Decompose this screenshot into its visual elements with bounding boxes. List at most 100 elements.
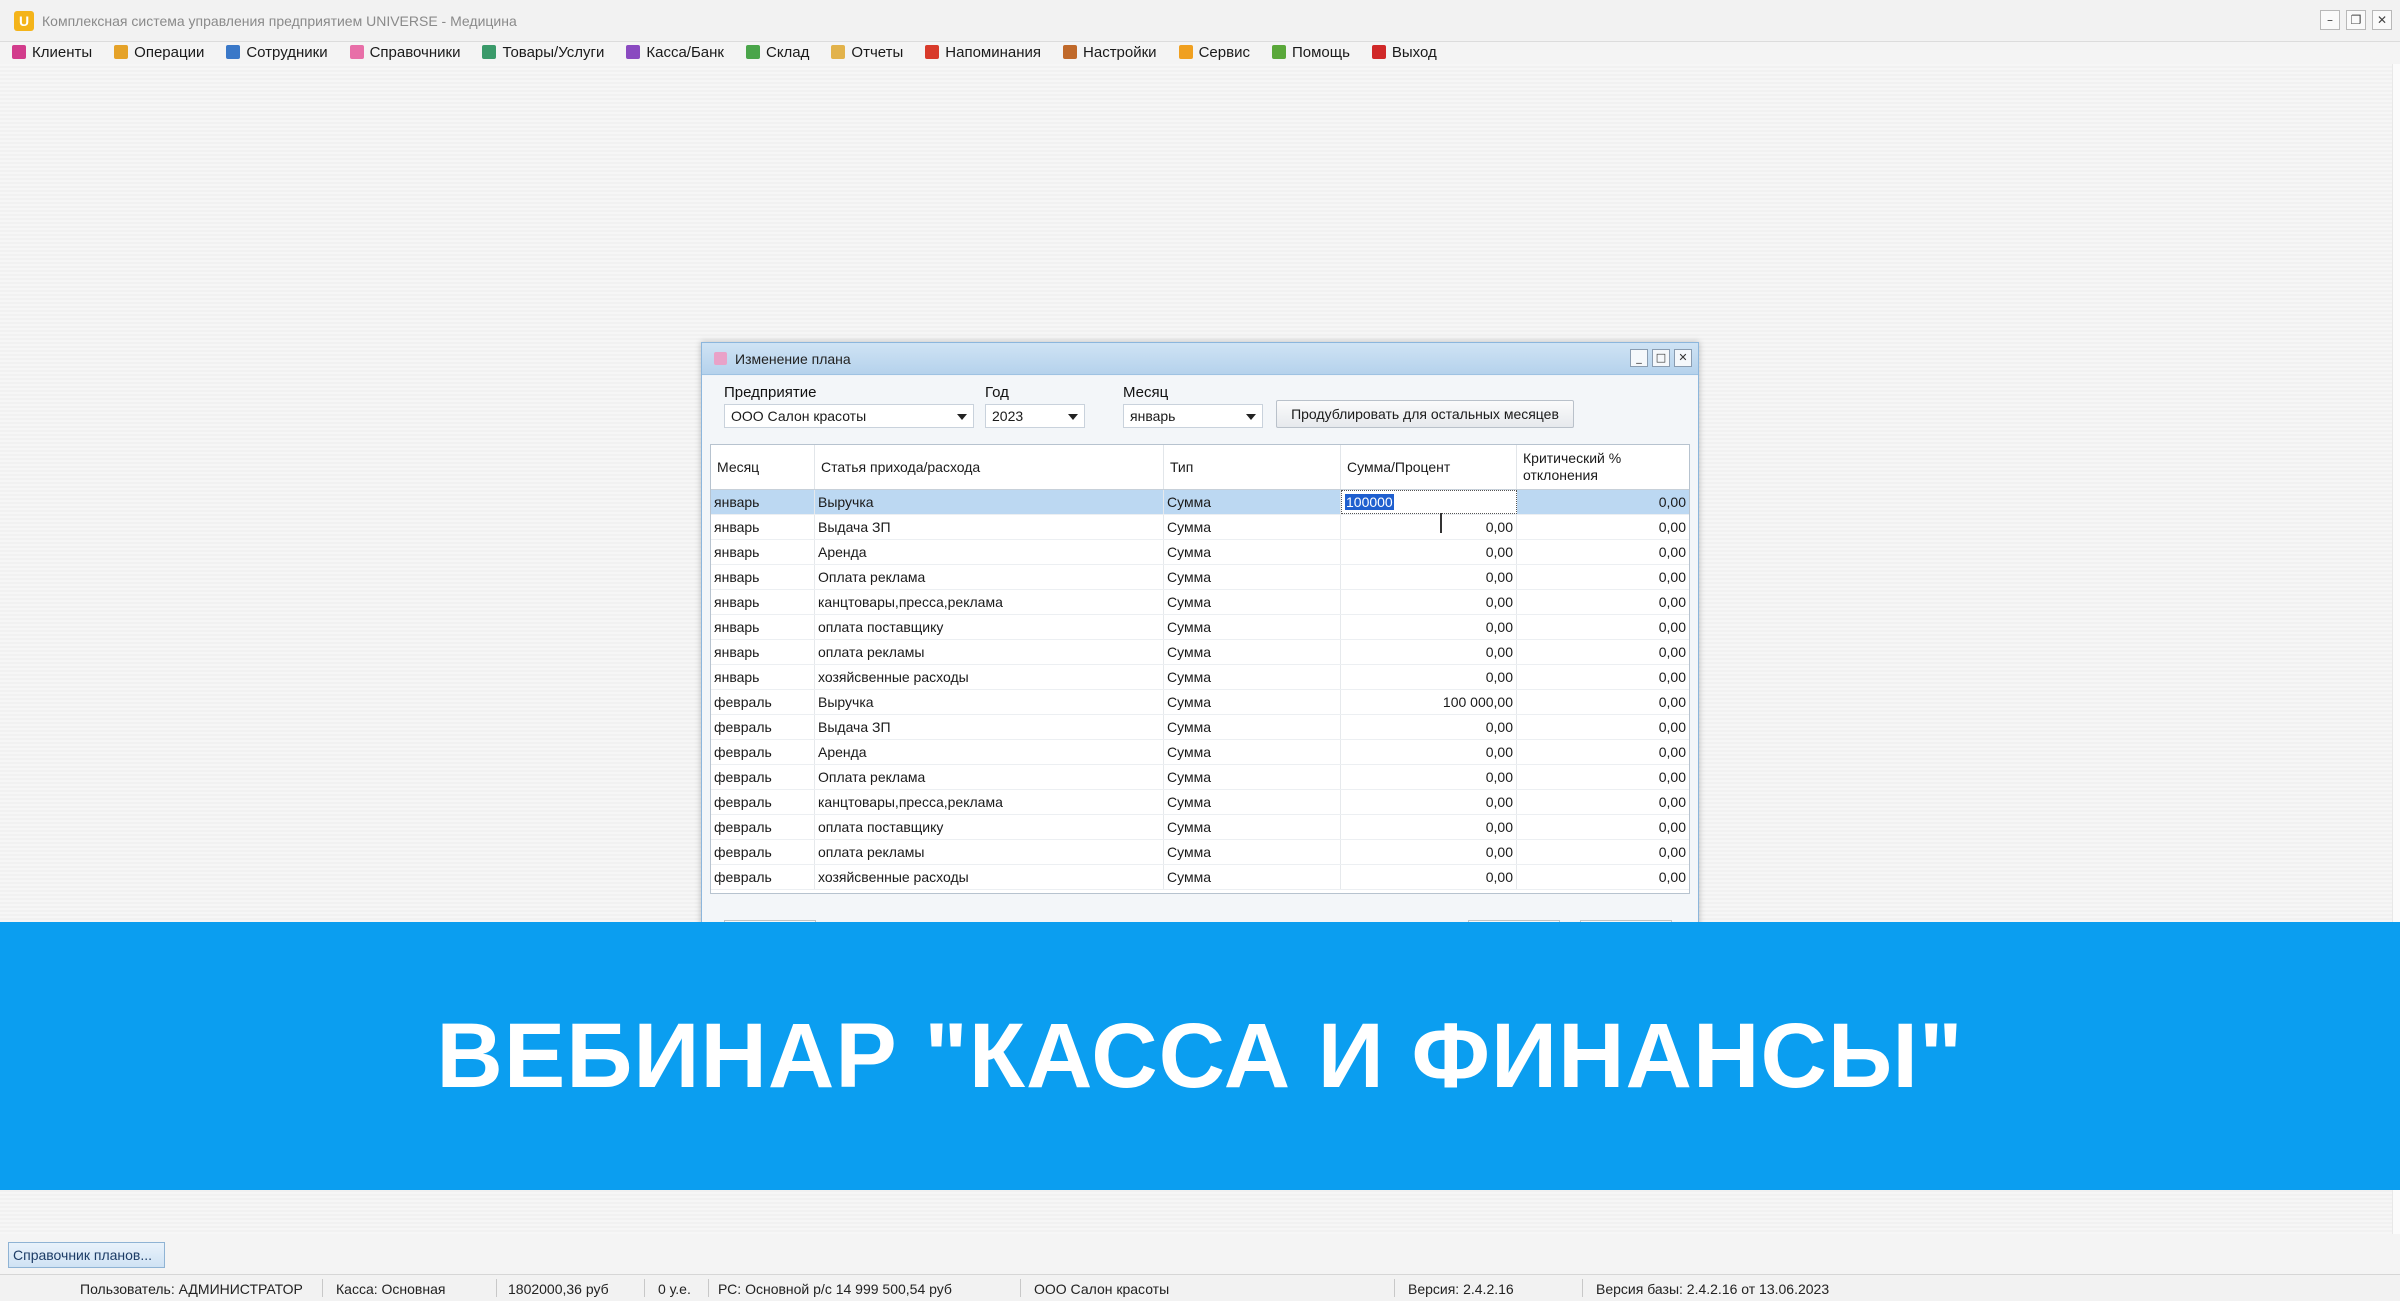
cell-amount[interactable]: 0,00 [1341,540,1517,564]
menu-item-settings[interactable]: Настройки [1063,44,1157,61]
menu-item-operations[interactable]: Операции [114,44,204,61]
table-row[interactable]: февраль хозяйсвенные расходы Сумма 0,00 0,00 [711,865,1689,890]
cell-type[interactable]: Сумма [1164,840,1341,864]
table-row[interactable]: февраль оплата рекламы Сумма 0,00 0,00 [711,840,1689,865]
cell-month[interactable]: январь [711,665,815,689]
table-row[interactable]: февраль Выручка Сумма 100 000,00 0,00 [711,690,1689,715]
cell-type[interactable]: Сумма [1164,790,1341,814]
cell-critical[interactable]: 0,00 [1517,765,1689,789]
close-window-button[interactable]: ✕ [2372,10,2392,30]
cell-type[interactable]: Сумма [1164,690,1341,714]
cell-item[interactable]: канцтовары,пресса,реклама [815,590,1164,614]
cell-type[interactable]: Сумма [1164,615,1341,639]
cell-month[interactable]: февраль [711,690,815,714]
cell-critical[interactable]: 0,00 [1517,865,1689,889]
cell-amount[interactable]: 0,00 [1341,565,1517,589]
cell-month[interactable]: январь [711,640,815,664]
menu-item-warehouse[interactable]: Склад [745,44,809,61]
cell-critical[interactable]: 0,00 [1517,615,1689,639]
cell-month[interactable]: февраль [711,715,815,739]
cell-month[interactable]: февраль [711,840,815,864]
cell-critical[interactable]: 0,00 [1517,740,1689,764]
menu-item-employees[interactable]: Сотрудники [226,44,328,61]
cell-type[interactable]: Сумма [1164,765,1341,789]
cell-item[interactable]: оплата поставщику [815,615,1164,639]
cell-critical[interactable]: 0,00 [1517,815,1689,839]
cell-amount[interactable]: 0,00 [1341,515,1517,539]
dialog-title-bar[interactable]: Изменение плана [702,343,1698,375]
table-row[interactable]: февраль оплата поставщику Сумма 0,00 0,00 [711,815,1689,840]
cell-critical[interactable]: 0,00 [1517,840,1689,864]
cell-item[interactable]: канцтовары,пресса,реклама [815,790,1164,814]
cell-type[interactable]: Сумма [1164,740,1341,764]
cell-item[interactable]: хозяйсвенные расходы [815,665,1164,689]
menu-item-clients[interactable]: Клиенты [12,44,92,61]
cell-item[interactable]: Аренда [815,740,1164,764]
menu-item-goods-services[interactable]: Товары/Услуги [482,44,604,61]
table-row[interactable]: январь оплата поставщику Сумма 0,00 0,00 [711,615,1689,640]
column-header-critical[interactable]: Критический % отклонения [1517,445,1689,489]
cell-critical[interactable]: 0,00 [1517,515,1689,539]
enterprise-select[interactable]: ООО Салон красоты [724,404,974,428]
selected-edit-text[interactable]: 100000 [1345,494,1394,510]
table-row[interactable]: февраль канцтовары,пресса,реклама Сумма 0,0… [711,790,1689,815]
table-row[interactable]: январь Оплата реклама Сумма 0,00 0,00 [711,565,1689,590]
menu-item-directories[interactable]: Справочники [349,44,460,61]
cell-amount[interactable]: 100 000,00 [1341,690,1517,714]
table-row[interactable]: февраль Выдача ЗП Сумма 0,00 0,00 [711,715,1689,740]
restore-button[interactable]: ❐ [2346,10,2366,30]
cell-item[interactable]: оплата рекламы [815,840,1164,864]
cell-critical[interactable]: 0,00 [1517,790,1689,814]
table-row[interactable]: февраль Аренда Сумма 0,00 0,00 [711,740,1689,765]
column-header-month[interactable]: Месяц [711,445,815,489]
cell-type[interactable]: Сумма [1164,815,1341,839]
cell-amount[interactable]: 0,00 [1341,765,1517,789]
cell-critical[interactable]: 0,00 [1517,540,1689,564]
dialog-minimize-button[interactable]: _ [1630,349,1648,367]
cell-item[interactable]: Выдача ЗП [815,515,1164,539]
cell-amount-editor[interactable]: 100000 [1341,490,1517,514]
table-row[interactable]: январь оплата рекламы Сумма 0,00 0,00 [711,640,1689,665]
cell-critical[interactable]: 0,00 [1517,565,1689,589]
column-header-type[interactable]: Тип [1164,445,1341,489]
cell-item[interactable]: хозяйсвенные расходы [815,865,1164,889]
cell-amount[interactable]: 0,00 [1341,640,1517,664]
cell-month[interactable]: январь [711,515,815,539]
column-header-amount[interactable]: Сумма/Процент [1341,445,1517,489]
taskbar-window-plans[interactable]: Справочник планов... [8,1242,165,1268]
cell-item[interactable]: Оплата реклама [815,765,1164,789]
cell-critical[interactable]: 0,00 [1517,665,1689,689]
cell-month[interactable]: февраль [711,865,815,889]
cell-item[interactable]: Выдача ЗП [815,715,1164,739]
table-row[interactable]: январь Выручка Сумма 100000 0,00 [711,490,1689,515]
cell-item[interactable]: Аренда [815,540,1164,564]
cell-amount[interactable]: 0,00 [1341,665,1517,689]
cell-month[interactable]: февраль [711,740,815,764]
cell-month[interactable]: февраль [711,790,815,814]
month-select[interactable]: январь [1123,404,1263,428]
table-row[interactable]: январь хозяйсвенные расходы Сумма 0,00 0,00 [711,665,1689,690]
menu-item-service[interactable]: Сервис [1178,44,1250,61]
cell-month[interactable]: январь [711,590,815,614]
dialog-maximize-button[interactable]: □ [1652,349,1670,367]
table-row[interactable]: январь Аренда Сумма 0,00 0,00 [711,540,1689,565]
menu-item-help[interactable]: Помощь [1271,44,1350,61]
cell-critical[interactable]: 0,00 [1517,640,1689,664]
cell-amount[interactable]: 0,00 [1341,840,1517,864]
cell-amount[interactable]: 0,00 [1341,715,1517,739]
cell-month[interactable]: январь [711,565,815,589]
cell-type[interactable]: Сумма [1164,515,1341,539]
cell-amount[interactable]: 0,00 [1341,615,1517,639]
year-select[interactable]: 2023 [985,404,1085,428]
cell-amount[interactable]: 0,00 [1341,740,1517,764]
cell-type[interactable]: Сумма [1164,640,1341,664]
duplicate-months-button[interactable]: Продублировать для остальных месяцев [1276,400,1574,428]
cell-month[interactable]: февраль [711,765,815,789]
cell-type[interactable]: Сумма [1164,715,1341,739]
cell-month[interactable]: февраль [711,815,815,839]
cell-critical[interactable]: 0,00 [1517,490,1689,514]
cell-item[interactable]: Выручка [815,690,1164,714]
dialog-close-button[interactable]: ✕ [1674,349,1692,367]
cell-month[interactable]: январь [711,615,815,639]
cell-critical[interactable]: 0,00 [1517,590,1689,614]
